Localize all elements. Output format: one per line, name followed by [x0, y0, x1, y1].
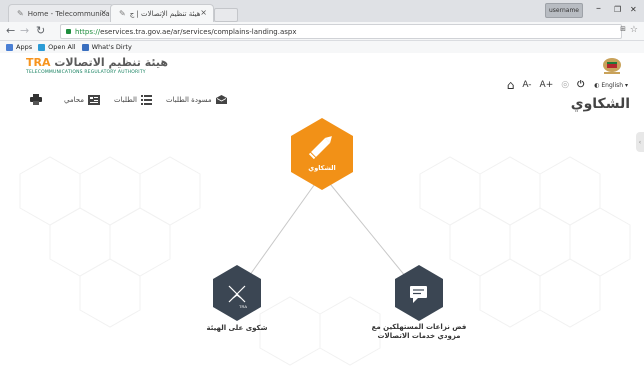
bookmarks-bar: Apps Open All What's Dirty [0, 41, 644, 53]
close-tab-icon[interactable]: × [100, 8, 107, 17]
back-icon[interactable]: ← [6, 24, 15, 37]
bookmark-favicon-icon [81, 43, 89, 51]
new-tab-button[interactable] [214, 8, 238, 22]
tab-title: Home - Telecommunica [27, 9, 110, 18]
close-tab-icon[interactable]: × [200, 8, 207, 17]
tra-mark-text: TRA [239, 304, 247, 309]
browser-tab-home[interactable]: ✎ Home - Telecommunica × [8, 4, 114, 22]
consumer-disputes-label-line-2: مزودي خدمات الاتصالات [377, 332, 461, 340]
reload-icon[interactable]: ↻ [36, 24, 45, 37]
minimize-button[interactable]: – [596, 3, 601, 14]
tab-favicon-icon: ✎ [119, 9, 126, 18]
profile-button[interactable]: username [545, 3, 583, 18]
restore-button[interactable]: ❐ [614, 5, 621, 14]
complaint-on-tra-button[interactable]: TRA [213, 265, 261, 321]
tab-title: هيئة تنظيم الإتصالات | ج [129, 9, 201, 18]
complaints-hub-button[interactable] [291, 118, 353, 190]
consumer-disputes-button[interactable] [395, 265, 443, 321]
url-field[interactable]: https:// eservices.tra.gov.ae/ar/service… [60, 24, 622, 39]
bookmark-star-icon[interactable]: ☆ [630, 25, 638, 35]
complaint-on-tra-hexagon [213, 265, 261, 321]
bookmark-apps[interactable]: Apps [6, 43, 32, 51]
address-bar: ← → ↻ https:// eservices.tra.gov.ae/ar/s… [0, 22, 644, 41]
consumer-disputes-label-line-1: فض نزاعات المستهلكين مع [371, 323, 467, 331]
bookmark-open-all[interactable]: Open All [38, 43, 76, 51]
url-text: eservices.tra.gov.ae/ar/services/complai… [100, 27, 297, 36]
bookmark-folder-icon [38, 43, 46, 51]
browser-tabstrip: ✎ Home - Telecommunica × ✎ هيئة تنظيم ال… [0, 0, 644, 22]
close-window-button[interactable]: ✕ [630, 5, 637, 14]
bookmark-label: Open All [48, 43, 76, 51]
tab-favicon-icon: ✎ [17, 9, 24, 18]
forward-icon[interactable]: → [20, 24, 29, 37]
web-page: TRA هيئة تنظيم الاتصالات TELECOMMUNICATI… [0, 54, 644, 385]
translate-icon[interactable]: ⊞ [620, 25, 626, 33]
browser-tab-complaints[interactable]: ✎ هيئة تنظيم الإتصالات | ج × [110, 4, 214, 22]
bookmark-whats-dirty[interactable]: What's Dirty [81, 43, 132, 51]
bookmark-label: What's Dirty [91, 43, 132, 51]
apps-icon [6, 43, 13, 51]
bookmark-label: Apps [16, 43, 33, 51]
url-scheme: https:// [75, 27, 101, 36]
lock-icon [66, 29, 71, 34]
complaint-on-tra-label: شكوى على الهيئة [206, 324, 268, 332]
consumer-disputes-label: فض نزاعات المستهلكين مع مزودي خدمات الات… [359, 323, 479, 341]
services-diagram: TRA [213, 118, 443, 321]
complaints-hub-label: الشكاوي [308, 164, 336, 172]
complaints-hub-hexagon [291, 118, 353, 190]
